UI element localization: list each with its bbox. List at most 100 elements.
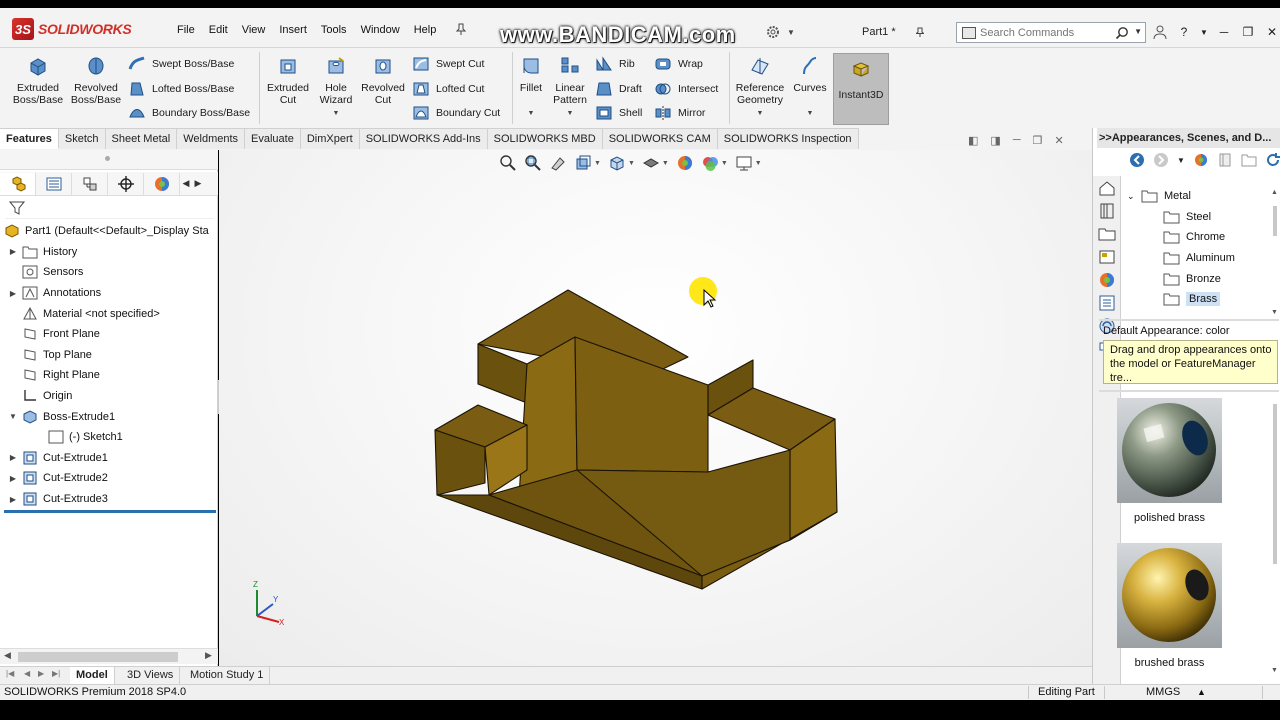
tree-item-sketch1[interactable]: (-) Sketch1 xyxy=(48,427,218,448)
expand-icon[interactable]: ▶ xyxy=(8,453,18,462)
view-palette-tab[interactable] xyxy=(1096,247,1118,267)
back-icon[interactable] xyxy=(1129,152,1145,168)
appearances-home-icon[interactable] xyxy=(1193,152,1209,168)
tree-item-cut-extrude2[interactable]: ▶ Cut-Extrude2 xyxy=(8,468,218,489)
user-icon[interactable] xyxy=(1152,24,1168,40)
minimize-icon[interactable]: ─ xyxy=(1216,24,1232,40)
search-icon[interactable] xyxy=(1115,26,1129,40)
intersect-button[interactable]: Intersect xyxy=(654,81,718,97)
fillet-button[interactable]: Fillet ▼ xyxy=(514,56,548,120)
tab-scroll-right-icon[interactable]: ▶ xyxy=(192,178,204,189)
add-folder-icon[interactable] xyxy=(1241,152,1257,168)
swatch-polished-brass[interactable]: polished brass xyxy=(1117,398,1222,524)
tab-weldments[interactable]: Weldments xyxy=(177,128,246,149)
zoom-to-fit-icon[interactable] xyxy=(499,154,517,172)
menu-edit[interactable]: Edit xyxy=(204,20,233,40)
viewport-close-icon[interactable]: ✕ xyxy=(1054,134,1063,147)
dimxpertmanager-tab[interactable] xyxy=(108,172,144,195)
menu-view[interactable]: View xyxy=(237,20,271,40)
hole-wizard-dropdown-icon[interactable]: ▼ xyxy=(316,108,356,120)
scroll-left-icon[interactable]: ◀ xyxy=(4,650,11,661)
refresh-icon[interactable] xyxy=(1265,152,1280,168)
reference-geometry-dropdown-icon[interactable]: ▼ xyxy=(733,108,787,120)
design-library-tab[interactable] xyxy=(1096,201,1118,221)
next-tab-icon[interactable]: ▶ xyxy=(38,669,44,678)
section-view-dropdown-icon[interactable]: ▼ xyxy=(594,160,601,167)
search-input[interactable] xyxy=(980,26,1110,39)
tree-item-history[interactable]: ▶ History xyxy=(8,242,218,263)
appearances-tab[interactable] xyxy=(1096,270,1118,290)
task-pane-title[interactable]: >>Appearances, Scenes, and D... xyxy=(1097,128,1280,148)
tab-sheet-metal[interactable]: Sheet Metal xyxy=(105,128,178,149)
scroll-right-icon[interactable]: ▶ xyxy=(205,650,212,661)
tab-dimxpert[interactable]: DimXpert xyxy=(300,128,360,149)
edit-appearance-dropdown-icon[interactable]: ▼ xyxy=(721,160,728,167)
tree-item-sensors[interactable]: Sensors xyxy=(22,262,218,283)
display-style-icon[interactable] xyxy=(642,154,660,172)
help-dropdown-icon[interactable]: ▼ xyxy=(1200,24,1208,40)
scrollbar-thumb[interactable] xyxy=(18,652,178,662)
search-dropdown-icon[interactable]: ▼ xyxy=(1134,27,1142,36)
tree-item-aluminum[interactable]: Aluminum xyxy=(1127,248,1277,269)
solidworks-resources-tab[interactable] xyxy=(1096,178,1118,198)
mirror-button[interactable]: Mirror xyxy=(654,105,705,121)
previous-view-icon[interactable] xyxy=(549,154,567,172)
revolved-boss-button[interactable]: Revolved Boss/Base xyxy=(68,56,124,106)
tree-item-right-plane[interactable]: Right Plane xyxy=(22,365,218,386)
featuremanager-tab[interactable] xyxy=(0,172,36,195)
first-tab-icon[interactable]: |◀ xyxy=(6,669,14,678)
graphics-area[interactable]: ▼ ▼ ▼ ▼ ▼ Z Y X xyxy=(219,150,1092,666)
lofted-boss-button[interactable]: Lofted Boss/Base xyxy=(128,81,234,97)
horizontal-scrollbar[interactable]: ◀ ▶ xyxy=(0,648,218,664)
view-orientation-dropdown-icon[interactable]: ▼ xyxy=(628,160,635,167)
history-dropdown-icon[interactable]: ▼ xyxy=(1177,152,1185,168)
tab-motion-study-1[interactable]: Motion Study 1 xyxy=(184,667,271,684)
search-commands-box[interactable]: ▼ xyxy=(956,22,1146,43)
draft-button[interactable]: Draft xyxy=(595,81,642,97)
library-icon[interactable] xyxy=(1217,152,1233,168)
tree-item-material[interactable]: Material <not specified> xyxy=(22,303,218,324)
hide-show-items-icon[interactable] xyxy=(676,154,694,172)
curves-button[interactable]: Curves ▼ xyxy=(791,56,829,120)
viewport-minimize-icon[interactable]: ─ xyxy=(1013,134,1021,147)
tree-item-chrome[interactable]: Chrome xyxy=(1127,227,1277,248)
expand-icon[interactable]: ▶ xyxy=(8,474,18,483)
units-dropdown-icon[interactable]: ▲ xyxy=(1197,685,1206,700)
display-style-dropdown-icon[interactable]: ▼ xyxy=(662,160,669,167)
boundary-cut-button[interactable]: Boundary Cut xyxy=(412,105,500,121)
tree-item-steel[interactable]: Steel xyxy=(1127,207,1277,228)
filter-icon[interactable] xyxy=(9,200,25,216)
close-icon[interactable]: ✕ xyxy=(1264,24,1280,40)
swept-cut-button[interactable]: Swept Cut xyxy=(412,56,484,72)
vertical-scrollbar[interactable]: ▲▼ xyxy=(1271,186,1279,316)
fillet-dropdown-icon[interactable]: ▼ xyxy=(514,108,548,120)
collapse-icon[interactable]: ⌄ xyxy=(1127,191,1141,202)
view-settings-icon[interactable] xyxy=(735,154,753,172)
tab-3d-views[interactable]: 3D Views xyxy=(121,667,181,684)
swept-boss-button[interactable]: Swept Boss/Base xyxy=(128,56,234,72)
shell-button[interactable]: Shell xyxy=(595,105,642,121)
revolved-cut-button[interactable]: Revolved Cut xyxy=(360,56,406,106)
tab-solidworks-inspection[interactable]: SOLIDWORKS Inspection xyxy=(717,128,859,149)
menu-help[interactable]: Help xyxy=(409,20,442,40)
vertical-scrollbar[interactable]: ▼ xyxy=(1271,394,1279,674)
expand-icon[interactable]: ▶ xyxy=(8,247,18,256)
last-tab-icon[interactable]: ▶| xyxy=(52,669,60,678)
lofted-cut-button[interactable]: Lofted Cut xyxy=(412,81,484,97)
forward-icon[interactable] xyxy=(1153,152,1169,168)
view-orientation-icon[interactable] xyxy=(608,154,626,172)
propertymanager-tab[interactable] xyxy=(36,172,72,195)
extruded-boss-button[interactable]: Extruded Boss/Base xyxy=(10,56,66,106)
tree-item-origin[interactable]: Origin xyxy=(22,386,218,407)
chevron-down-icon[interactable]: ▼ xyxy=(787,28,795,37)
menu-window[interactable]: Window xyxy=(356,20,405,40)
panel-collapse-handle[interactable] xyxy=(0,150,218,170)
status-units[interactable]: MMGS xyxy=(1146,685,1180,700)
tab-solidworks-cam[interactable]: SOLIDWORKS CAM xyxy=(602,128,718,149)
tree-item-front-plane[interactable]: Front Plane xyxy=(22,324,218,345)
pin-icon[interactable] xyxy=(916,27,924,37)
curves-dropdown-icon[interactable]: ▼ xyxy=(791,108,829,120)
tab-sketch[interactable]: Sketch xyxy=(58,128,106,149)
tree-item-top-plane[interactable]: Top Plane xyxy=(22,345,218,366)
configurationmanager-tab[interactable] xyxy=(72,172,108,195)
